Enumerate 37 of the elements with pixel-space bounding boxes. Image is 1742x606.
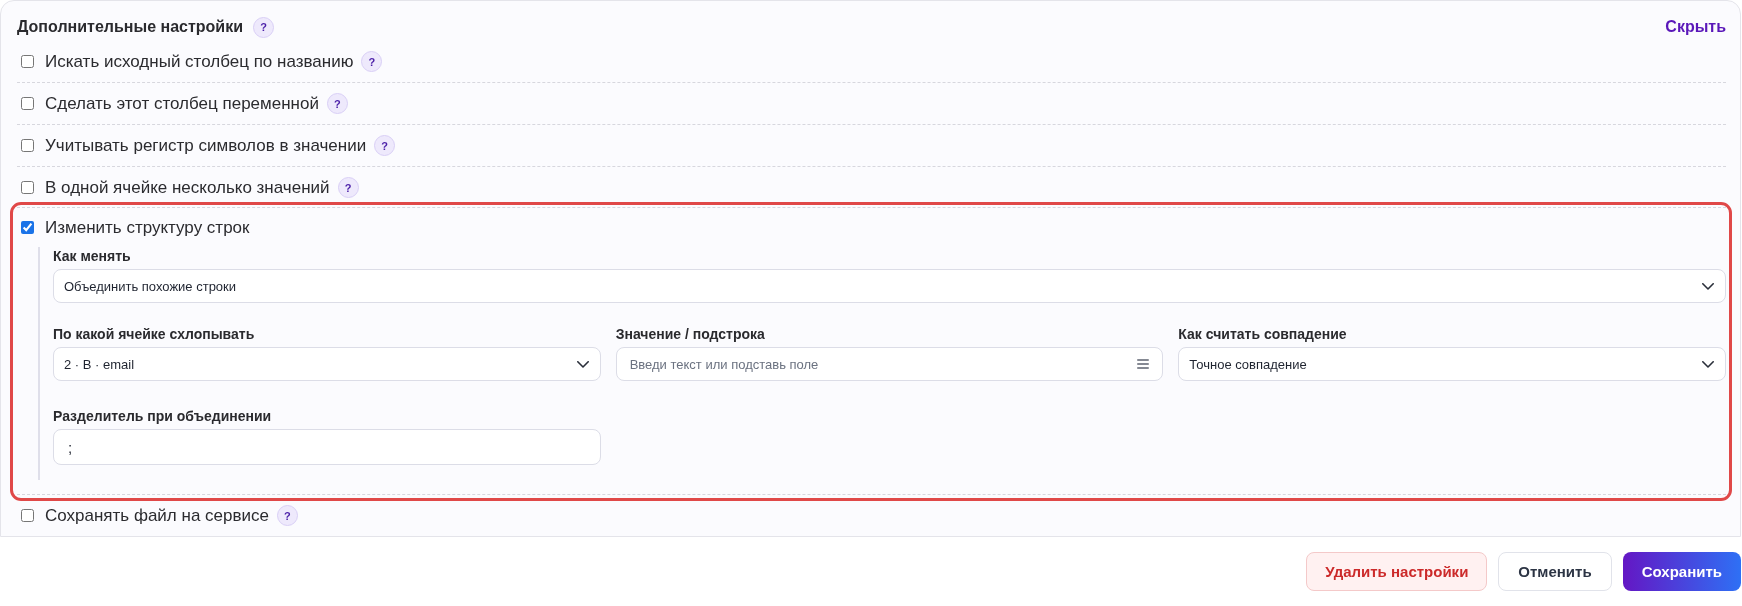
cancel-button[interactable]: Отменить [1498, 552, 1612, 591]
field-label: Разделитель при объединении [53, 407, 273, 425]
checkbox[interactable] [21, 221, 34, 234]
checkbox[interactable] [21, 181, 34, 194]
section-title: Дополнительные настройки [17, 18, 243, 36]
field-label: По какой ячейке схлопывать [53, 325, 256, 343]
text-field[interactable]: ; [53, 429, 601, 465]
dropdown[interactable]: Точное совпадение [1178, 347, 1726, 381]
delete-button[interactable]: Удалить настройки [1306, 552, 1488, 591]
help-button[interactable]: ? [326, 93, 348, 114]
dropdown[interactable]: 2 · B · email [53, 347, 601, 381]
checkbox[interactable] [21, 55, 34, 68]
option-label: В одной ячейке несколько значений [45, 177, 330, 198]
checkbox[interactable] [21, 139, 34, 152]
chevron-down-icon [1702, 282, 1714, 290]
option-label: Изменить структуру строк [45, 217, 250, 238]
checkbox[interactable] [21, 97, 34, 110]
help-button[interactable]: ? [374, 135, 396, 156]
field-label: Значение / подстрока [615, 325, 766, 343]
menu-icon [1137, 359, 1150, 369]
help-button[interactable]: ? [361, 51, 383, 72]
chevron-down-icon [576, 360, 589, 368]
help-button[interactable]: ? [253, 16, 274, 38]
field-label: Как менять [53, 247, 132, 265]
hide-link[interactable]: Скрыть [1665, 18, 1726, 36]
help-button[interactable]: ? [276, 505, 298, 526]
field-label: Как считать совпадение [1178, 325, 1348, 343]
option-label: Сохранять файл на сервисе [45, 505, 269, 526]
text-field[interactable]: Введи текст или подставь поле [615, 347, 1164, 381]
dropdown[interactable]: Объединить похожие строки [53, 269, 1726, 303]
help-button[interactable]: ? [337, 177, 359, 198]
option-label: Искать исходный столбец по названию [45, 51, 354, 72]
checkbox[interactable] [21, 509, 34, 522]
option-label: Сделать этот столбец переменной [45, 93, 319, 114]
chevron-down-icon [1702, 360, 1714, 368]
save-button[interactable]: Сохранить [1622, 552, 1741, 591]
option-label: Учитывать регистр символов в значении [45, 135, 367, 156]
